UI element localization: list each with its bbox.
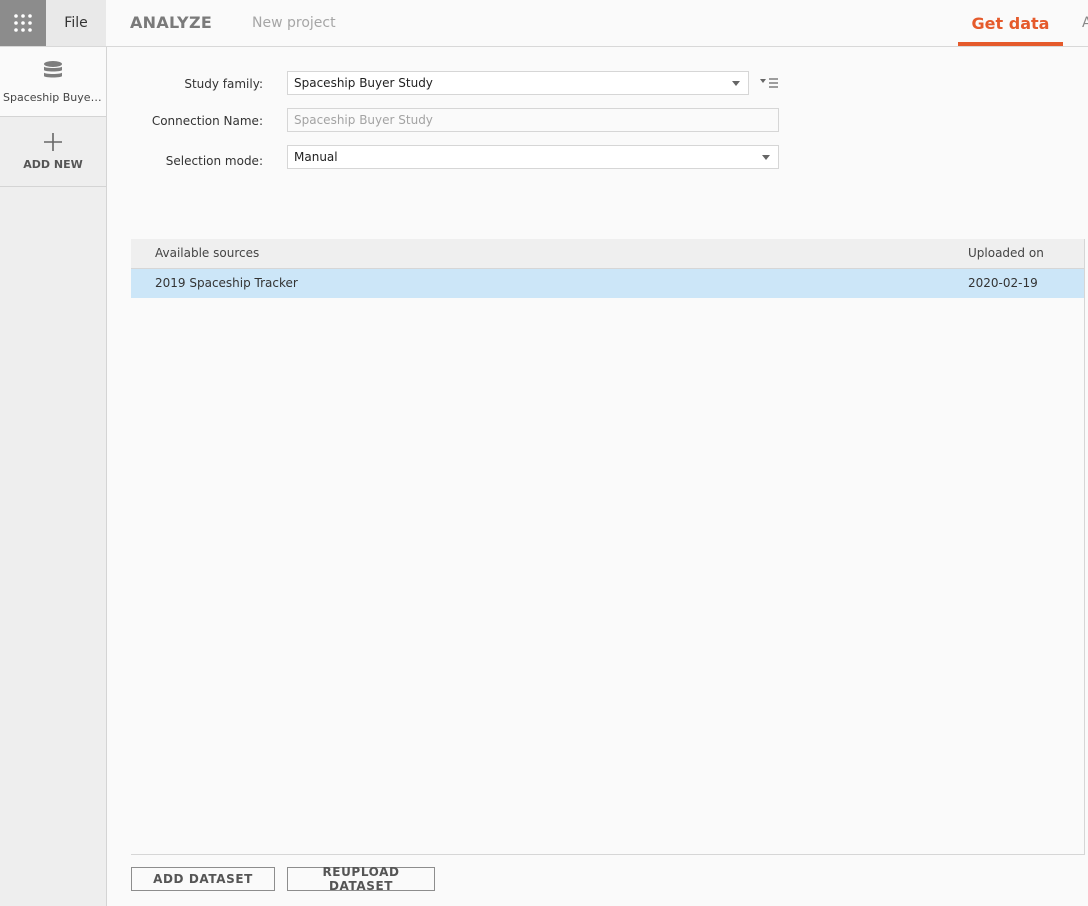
selection-mode-value: Manual — [294, 150, 338, 164]
file-menu-button[interactable]: File — [46, 0, 106, 46]
tab-overflow[interactable]: A — [1082, 15, 1088, 31]
chevron-down-icon — [732, 81, 740, 86]
study-family-select[interactable]: Spaceship Buyer Study — [287, 71, 749, 95]
active-tab-underline — [958, 42, 1063, 46]
top-bar: File ANALYZE New project Get data A — [0, 0, 1088, 47]
chevron-down-icon — [762, 155, 770, 160]
sources-table: Available sources Uploaded on 2019 Space… — [131, 239, 1085, 855]
project-name[interactable]: New project — [252, 15, 336, 31]
apps-grid-button[interactable] — [0, 0, 46, 46]
uploaded-on-cell: 2020-02-19 — [968, 276, 1038, 290]
column-header-uploaded-on[interactable]: Uploaded on — [968, 246, 1044, 260]
plus-icon — [44, 133, 62, 151]
study-family-value: Spaceship Buyer Study — [294, 76, 433, 90]
apps-grid-icon — [14, 14, 32, 32]
reupload-dataset-button[interactable]: REUPLOAD DATASET — [287, 865, 435, 893]
connection-name-input[interactable] — [287, 108, 779, 132]
database-icon — [44, 61, 62, 78]
source-name-cell: 2019 Spaceship Tracker — [155, 276, 298, 290]
selection-mode-label: Selection mode: — [165, 154, 263, 168]
column-header-available-sources[interactable]: Available sources — [155, 246, 259, 260]
left-rail: Spaceship Buyer Study ADD NEW — [0, 47, 107, 906]
table-header: Available sources Uploaded on — [131, 239, 1084, 269]
study-family-label: Study family: — [184, 77, 263, 91]
sidebar-item-spaceship-buyer-study[interactable]: Spaceship Buyer Study — [0, 47, 106, 117]
add-dataset-button[interactable]: ADD DATASET — [131, 867, 275, 891]
app-title: ANALYZE — [130, 13, 213, 32]
connection-name-label: Connection Name: — [151, 114, 263, 128]
sidebar-item-label: Spaceship Buyer Study — [3, 91, 106, 104]
add-new-label: ADD NEW — [23, 158, 83, 171]
filter-list-button[interactable] — [759, 76, 781, 92]
table-row[interactable]: 2019 Spaceship Tracker 2020-02-19 — [131, 269, 1084, 298]
add-new-button[interactable]: ADD NEW — [0, 117, 106, 187]
filter-list-icon — [760, 78, 778, 88]
selection-mode-select[interactable]: Manual — [287, 145, 779, 169]
tab-get-data[interactable]: Get data — [958, 0, 1063, 46]
